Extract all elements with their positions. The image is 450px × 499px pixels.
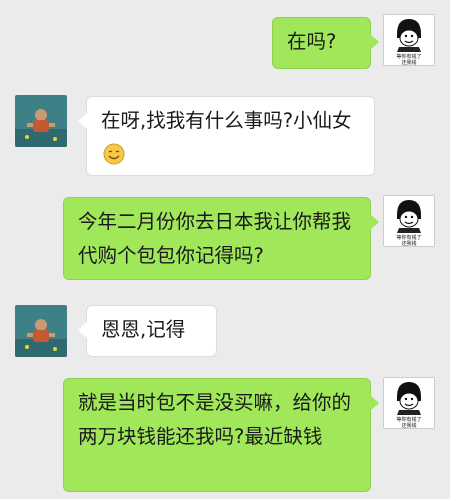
message-text: 恩恩,记得 [101, 318, 186, 341]
message-bubble-outgoing[interactable]: 就是当时包不是没买嘛，给你的两万块钱能还我吗?最近缺钱 [63, 378, 379, 492]
svg-text:等你有钱了: 等你有钱了 [396, 53, 421, 60]
self-avatar[interactable]: 等你有钱了 还我钱 [383, 14, 435, 66]
message-text: 就是当时包不是没买嘛，给你的两万块钱能还我吗?最近缺钱 [78, 391, 352, 448]
contact-photo-icon [15, 305, 67, 357]
svg-text:等你有钱了: 等你有钱了 [396, 416, 421, 423]
smile-emoji-icon [103, 143, 125, 165]
meme-face-icon: 等你有钱了 还我钱 [383, 14, 435, 66]
contact-avatar[interactable] [15, 95, 67, 147]
self-avatar[interactable]: 等你有钱了 还我钱 [383, 195, 435, 247]
svg-text:等你有钱了: 等你有钱了 [396, 234, 421, 241]
meme-face-icon: 等你有钱了 还我钱 [383, 377, 435, 429]
contact-photo-icon [15, 95, 67, 147]
contact-avatar[interactable] [15, 305, 67, 357]
message-bubble-incoming[interactable]: 恩恩,记得 [78, 305, 217, 357]
svg-text:还我钱: 还我钱 [401, 59, 416, 66]
svg-text:还我钱: 还我钱 [401, 240, 416, 247]
message-bubble-outgoing[interactable]: 在吗? [272, 17, 379, 69]
message-text: 在呀,找我有什么事吗?小仙女 [101, 109, 352, 132]
message-text: 今年二月份你去日本我让你帮我代购个包包你记得吗? [78, 210, 352, 267]
message-bubble-outgoing[interactable]: 今年二月份你去日本我让你帮我代购个包包你记得吗? [63, 197, 379, 280]
message-text: 在吗? [287, 30, 337, 53]
meme-face-icon: 等你有钱了 还我钱 [383, 195, 435, 247]
message-bubble-incoming[interactable]: 在呀,找我有什么事吗?小仙女 [78, 96, 375, 176]
svg-text:还我钱: 还我钱 [401, 422, 416, 429]
self-avatar[interactable]: 等你有钱了 还我钱 [383, 377, 435, 429]
